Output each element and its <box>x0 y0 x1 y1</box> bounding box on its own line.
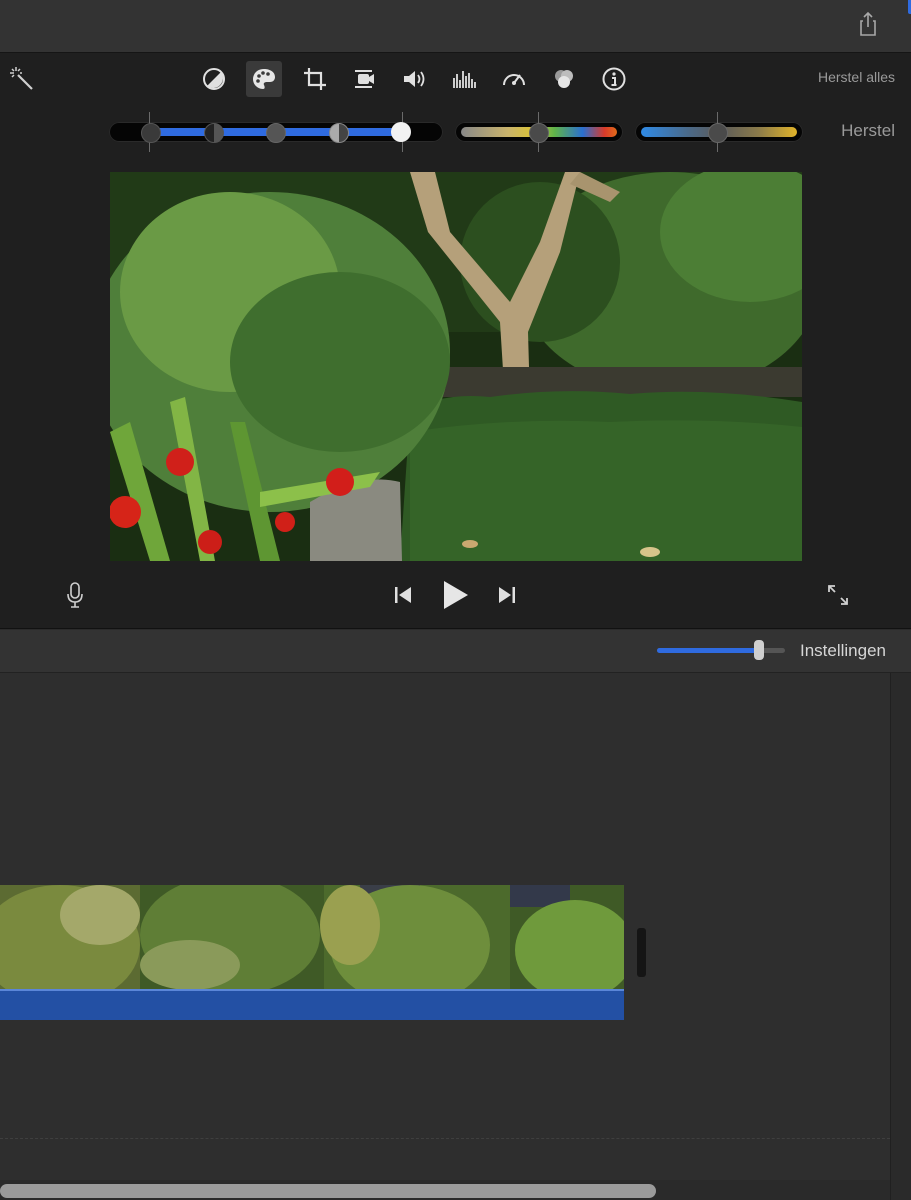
viewer-panel: Herstel alles Herstel <box>0 52 911 629</box>
video-preview[interactable] <box>110 172 802 561</box>
play-icon[interactable] <box>438 578 472 612</box>
timeline-divider <box>0 1138 890 1139</box>
magic-wand-icon[interactable] <box>4 61 40 97</box>
color-correction-palette-icon[interactable] <box>246 61 282 97</box>
reset-all-button[interactable]: Herstel alles <box>818 69 895 85</box>
saturation-handle[interactable] <box>529 123 549 143</box>
microphone-icon[interactable] <box>62 580 88 610</box>
zoom-handle[interactable] <box>754 640 765 660</box>
midtones-handle[interactable] <box>266 123 286 143</box>
temperature-handle[interactable] <box>708 123 728 143</box>
skip-back-icon[interactable] <box>390 583 416 607</box>
volume-icon[interactable] <box>396 61 432 97</box>
video-clip[interactable] <box>0 885 624 989</box>
speed-gauge-icon[interactable] <box>496 61 532 97</box>
timeline-toolbar: Instellingen <box>0 630 911 673</box>
crop-icon[interactable] <box>297 61 333 97</box>
equalizer-icon[interactable] <box>446 61 482 97</box>
highlights-handle[interactable] <box>329 123 349 143</box>
fullscreen-icon[interactable] <box>824 581 852 609</box>
settings-button[interactable]: Instellingen <box>800 641 886 661</box>
stabilization-camera-icon[interactable] <box>346 61 382 97</box>
skip-forward-icon[interactable] <box>494 583 520 607</box>
reset-button[interactable]: Herstel <box>841 121 895 141</box>
share-icon[interactable] <box>856 11 880 37</box>
playhead-handle[interactable] <box>637 928 646 977</box>
white-point-handle[interactable] <box>391 122 411 142</box>
zoom-slider[interactable] <box>657 640 785 660</box>
zoom-fill <box>657 648 760 653</box>
audio-waveform[interactable] <box>0 989 624 1020</box>
horizontal-scrollbar[interactable] <box>0 1184 656 1198</box>
shadows-handle[interactable] <box>204 123 224 143</box>
info-icon[interactable] <box>596 61 632 97</box>
color-balance-icon[interactable] <box>196 61 232 97</box>
title-bar <box>0 0 911 52</box>
black-point-handle[interactable] <box>141 123 161 143</box>
timeline-scrollbar-vertical[interactable] <box>890 673 911 1200</box>
clip-filter-icon[interactable] <box>546 61 582 97</box>
